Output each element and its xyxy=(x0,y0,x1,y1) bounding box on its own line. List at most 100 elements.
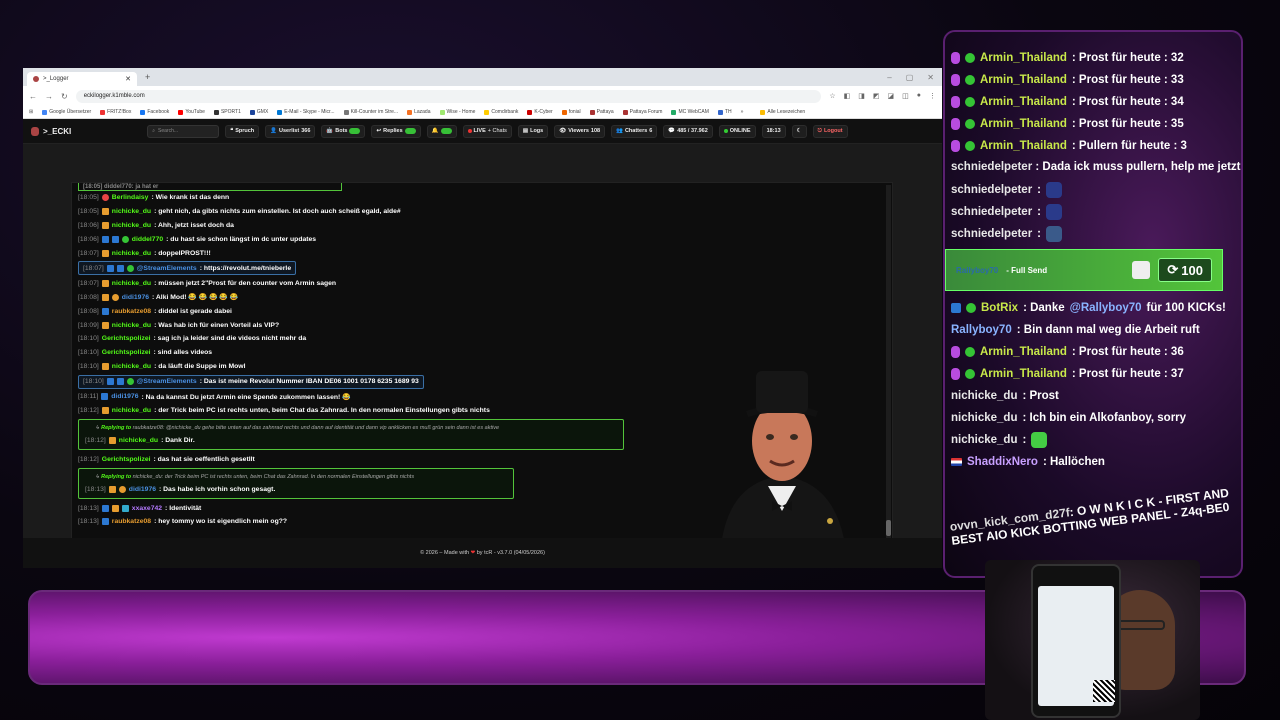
bots-button[interactable]: 🤖 Bots xyxy=(321,124,366,138)
search-input[interactable]: ⌕ Search... xyxy=(147,124,220,138)
username[interactable]: nichicke_du xyxy=(112,250,151,257)
bookmark-item[interactable]: YouTube xyxy=(178,109,205,115)
bookmark-item[interactable]: FRITZ!Box xyxy=(100,109,131,115)
verified-badge-icon xyxy=(965,141,975,151)
profile-avatar-icon[interactable]: ● xyxy=(917,92,921,100)
username[interactable]: raubkatze08 xyxy=(112,518,151,525)
extension-icon[interactable]: ◪ xyxy=(888,92,895,100)
bookmark-item[interactable]: K-Cyber xyxy=(527,109,553,115)
bookmark-item[interactable]: Comdirbank xyxy=(484,109,518,115)
username[interactable]: didi1976 xyxy=(111,393,138,400)
bot-badge-icon xyxy=(106,264,114,272)
bookmark-item[interactable]: Google Übersetzer xyxy=(42,109,91,115)
userlist-button[interactable]: 👤 Userlist 366 xyxy=(265,124,316,138)
maximize-icon[interactable]: ▢ xyxy=(906,73,914,82)
browser-tab[interactable]: >_Logger ✕ xyxy=(27,72,137,86)
extension-icon[interactable]: ◨ xyxy=(858,92,865,100)
viewers-button[interactable]: 👁 Viewers 108 xyxy=(554,124,606,138)
mic-badge-icon xyxy=(951,140,960,152)
back-icon[interactable]: ← xyxy=(29,92,37,101)
mute-toggle[interactable] xyxy=(440,128,452,134)
close-window-icon[interactable]: ✕ xyxy=(927,73,934,82)
username: Armin_Thailand xyxy=(980,52,1067,64)
username[interactable]: xxaxe742 xyxy=(132,505,162,512)
timestamp: [18:13] xyxy=(78,518,99,526)
username[interactable]: nichicke_du xyxy=(112,280,151,287)
bookmark-item[interactable]: MC WebCAM xyxy=(671,109,709,115)
username[interactable]: raubkatze08 xyxy=(112,308,151,315)
apps-grid-icon[interactable]: ⊞ xyxy=(29,109,33,115)
logs-button[interactable]: ▤ Logs xyxy=(517,124,549,138)
message-text: : Prost für heute : 32 xyxy=(1071,52,1184,64)
username[interactable]: didi1976 xyxy=(129,486,156,493)
clock: 18:13 xyxy=(761,124,786,138)
username[interactable]: didi1976 xyxy=(122,294,149,301)
app-brand[interactable]: >_ECKI xyxy=(31,126,71,136)
mute-button[interactable]: 🔔 xyxy=(426,124,457,138)
stream-chat-list: Armin_Thailand : Prost für heute : 32 Arm… xyxy=(945,47,1241,473)
stream-chat-line: Armin_Thailand: Prost für heute : 33 xyxy=(951,69,1241,91)
username[interactable]: nichicke_du xyxy=(112,222,151,229)
extension-icon[interactable]: ◧ xyxy=(844,92,851,100)
bookmark-item[interactable]: TH xyxy=(717,109,732,115)
bookmark-item[interactable]: Facebook xyxy=(140,109,169,115)
reload-icon[interactable]: ↻ xyxy=(61,92,68,101)
username[interactable]: nichicke_du xyxy=(112,407,151,414)
username[interactable]: nichicke_du xyxy=(112,363,151,370)
bookmark-item[interactable]: Kill-Counter im Stre... xyxy=(343,109,398,115)
username[interactable]: nichicke_du xyxy=(112,208,151,215)
bookmark-item[interactable]: fonial xyxy=(561,109,581,115)
theme-toggle-button[interactable]: ☾ xyxy=(791,124,807,138)
bookmark-star-icon[interactable]: ☆ xyxy=(829,92,835,100)
live-label: LIVE xyxy=(473,128,486,134)
username[interactable]: Berlindaisy xyxy=(112,194,149,201)
username[interactable]: Gerichtspolizei xyxy=(102,335,151,342)
replies-button[interactable]: ↩ Replies xyxy=(371,124,421,138)
username: Armin_Thailand xyxy=(980,346,1067,358)
verified-badge-icon xyxy=(965,347,975,357)
vip-badge-icon xyxy=(108,436,116,444)
robot-emote-icon xyxy=(1046,204,1063,220)
menu-kebab-icon[interactable]: ⋮ xyxy=(929,92,936,100)
bots-toggle[interactable] xyxy=(349,128,361,134)
username[interactable]: diddel770 xyxy=(132,236,163,243)
timestamp: [18:10] xyxy=(78,363,99,371)
brand-logo-icon xyxy=(31,126,39,136)
username[interactable]: Gerichtspolizei xyxy=(102,456,151,463)
bookmark-item[interactable]: SPORT1 xyxy=(213,109,241,115)
username[interactable]: Gerichtspolizei xyxy=(102,349,151,356)
chat-log-panel[interactable]: [18:05] diddel770: ja hat er [18:05] Berl… xyxy=(71,182,893,539)
timestamp: [18:08] xyxy=(78,307,99,315)
chat-scrollbar[interactable] xyxy=(886,185,891,538)
live-chats-button[interactable]: LIVE + Chats xyxy=(462,124,512,138)
username[interactable]: @StreamElements xyxy=(137,378,197,385)
username[interactable]: nichicke_du xyxy=(112,322,151,329)
new-tab-icon[interactable]: + xyxy=(145,72,150,82)
chatters-button[interactable]: 👥 Chatters 6 xyxy=(611,124,658,138)
bookmarks-overflow-icon[interactable]: » xyxy=(741,109,744,115)
username[interactable]: nichicke_du xyxy=(119,437,158,444)
message-text: : müssen jetzt 2"Prost für den counter v… xyxy=(154,279,337,287)
bookmark-item[interactable]: E-Mail - Skype - Micr... xyxy=(277,109,335,115)
spruch-button[interactable]: ❝ Spruch xyxy=(225,124,260,138)
bookmark-item[interactable]: GMX xyxy=(249,109,268,115)
replies-toggle[interactable] xyxy=(404,128,416,134)
mic-badge-icon xyxy=(951,96,960,108)
forward-icon[interactable]: → xyxy=(45,92,53,101)
url-input[interactable]: eckilogger.k1mble.com xyxy=(75,89,822,103)
extension-icon[interactable]: ◩ xyxy=(873,92,880,100)
tab-strip: >_Logger ✕ + – ▢ ✕ xyxy=(23,68,942,86)
mic-badge-icon xyxy=(951,368,960,380)
all-bookmarks-link[interactable]: Alle Lesezeichen xyxy=(760,109,805,115)
bookmark-item[interactable]: Lazada xyxy=(407,109,431,115)
username[interactable]: @StreamElements xyxy=(137,265,197,272)
bookmark-item[interactable]: Wise - Home xyxy=(439,109,475,115)
logout-button[interactable]: ⎋ Logout xyxy=(812,124,848,138)
minimize-icon[interactable]: – xyxy=(887,73,891,82)
scrollbar-thumb[interactable] xyxy=(886,520,891,536)
extension-icon[interactable]: ◫ xyxy=(902,92,909,100)
tab-close-icon[interactable]: ✕ xyxy=(125,75,131,83)
bookmark-item[interactable]: Pattaya xyxy=(589,109,614,115)
stream-chat-line: Rallyboy70: Bin dann mal weg die Arbeit … xyxy=(951,319,1241,341)
bookmark-item[interactable]: Pattaya Forum xyxy=(622,109,662,115)
